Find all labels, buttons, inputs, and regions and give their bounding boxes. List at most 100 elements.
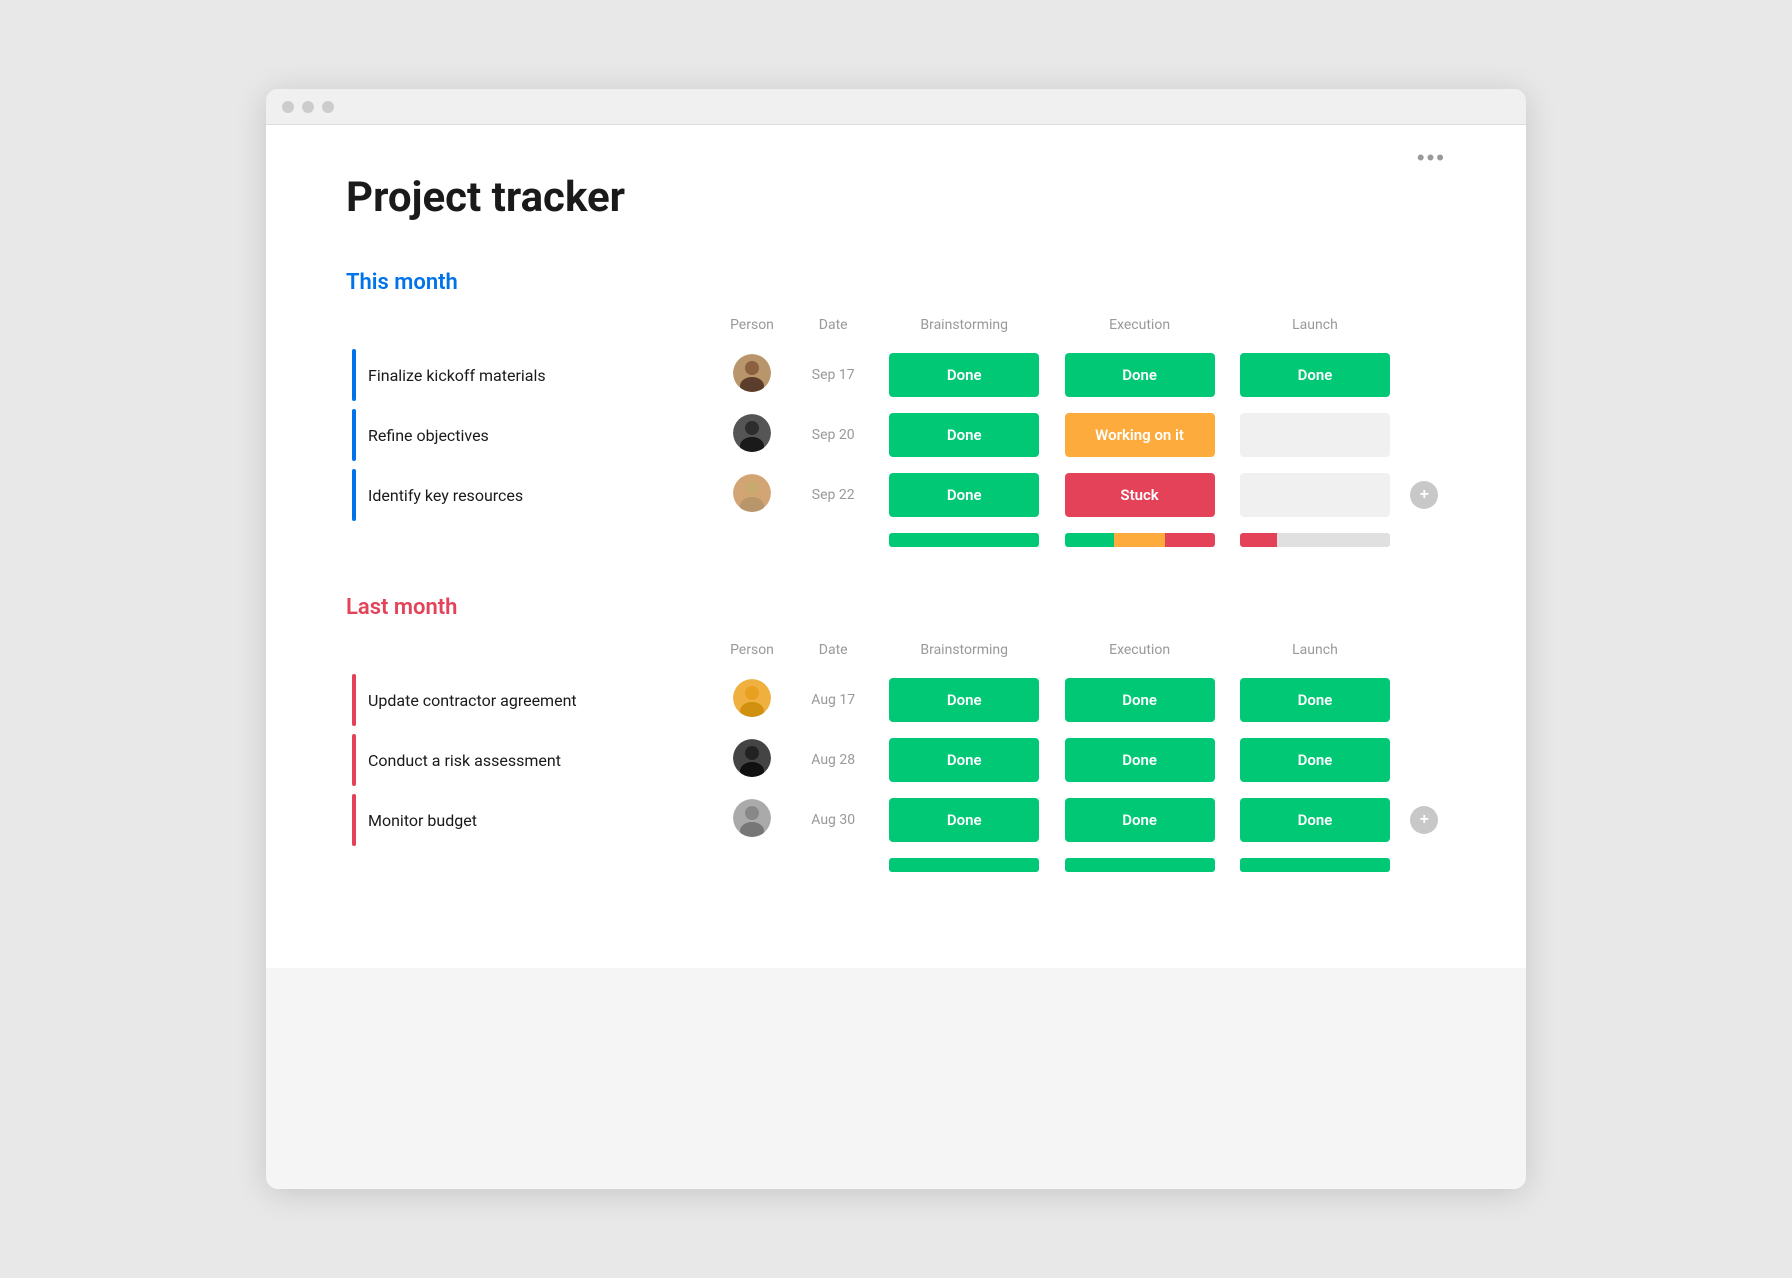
task-cell: Monitor budget	[346, 790, 714, 850]
task-indicator	[352, 349, 356, 401]
summary-brainstorming	[877, 525, 1052, 547]
add-col	[1403, 670, 1446, 730]
task-name: Update contractor agreement	[368, 691, 577, 710]
th-task-this	[346, 311, 714, 345]
table-row: Finalize kickoff materials	[346, 345, 1446, 405]
launch-status[interactable]	[1227, 465, 1402, 525]
summary-task	[346, 525, 714, 547]
avatar	[733, 474, 771, 512]
add-col	[1403, 405, 1446, 465]
task-cell: Conduct a risk assessment	[346, 730, 714, 790]
summary-task	[346, 850, 714, 872]
person-cell	[714, 405, 790, 465]
launch-status[interactable]	[1227, 405, 1402, 465]
summary-add	[1403, 850, 1446, 872]
date-cell: Aug 30	[790, 790, 877, 850]
summary-add	[1403, 525, 1446, 547]
summary-brainstorming	[877, 850, 1052, 872]
person-cell	[714, 790, 790, 850]
th-brainstorming-last: Brainstorming	[877, 636, 1052, 670]
table-row: Conduct a risk assessment	[346, 730, 1446, 790]
summary-bar-execution	[1065, 533, 1215, 547]
sum-segment	[1277, 533, 1390, 547]
th-person-last: Person	[714, 636, 790, 670]
task-indicator	[352, 734, 356, 786]
avatar	[733, 739, 771, 777]
th-add-last	[1403, 636, 1446, 670]
execution-status[interactable]: Done	[1052, 730, 1227, 790]
dot-yellow	[302, 101, 314, 113]
add-column-button[interactable]: +	[1410, 481, 1438, 509]
summary-row	[346, 525, 1446, 547]
summary-execution	[1052, 850, 1227, 872]
execution-status[interactable]: Done	[1052, 790, 1227, 850]
summary-execution	[1052, 525, 1227, 547]
task-indicator	[352, 469, 356, 521]
person-cell	[714, 670, 790, 730]
brainstorming-status[interactable]: Done	[877, 730, 1052, 790]
th-execution-this: Execution	[1052, 311, 1227, 345]
avatar	[733, 679, 771, 717]
th-date-this: Date	[790, 311, 877, 345]
th-execution-last: Execution	[1052, 636, 1227, 670]
table-row: Monitor budget	[346, 790, 1446, 850]
more-options-button[interactable]: •••	[1417, 145, 1446, 171]
launch-status[interactable]: Done	[1227, 345, 1402, 405]
launch-status[interactable]: Done	[1227, 790, 1402, 850]
launch-status[interactable]: Done	[1227, 730, 1402, 790]
sum-segment	[1240, 533, 1278, 547]
summary-launch	[1227, 850, 1402, 872]
launch-status[interactable]: Done	[1227, 670, 1402, 730]
task-indicator	[352, 409, 356, 461]
last-month-table: Person Date Brainstorming Execution Laun…	[346, 636, 1446, 872]
sum-segment	[889, 533, 1039, 547]
execution-status[interactable]: Done	[1052, 670, 1227, 730]
brainstorming-status[interactable]: Done	[877, 405, 1052, 465]
summary-launch	[1227, 525, 1402, 547]
avatar	[733, 414, 771, 452]
last-month-title: Last month	[346, 595, 1446, 620]
add-column-button-last[interactable]: +	[1410, 806, 1438, 834]
sum-segment	[1165, 533, 1215, 547]
task-name: Finalize kickoff materials	[368, 366, 546, 385]
sum-segment	[1240, 858, 1390, 872]
summary-bar-execution-last	[1065, 858, 1215, 872]
dot-green	[322, 101, 334, 113]
execution-status[interactable]: Done	[1052, 345, 1227, 405]
main-content: Project tracker ••• This month Person Da…	[266, 125, 1526, 968]
th-task-last	[346, 636, 714, 670]
date-cell: Aug 28	[790, 730, 877, 790]
table-row: Update contractor agreement	[346, 670, 1446, 730]
th-launch-this: Launch	[1227, 311, 1402, 345]
sum-segment	[1114, 533, 1165, 547]
brainstorming-status[interactable]: Done	[877, 790, 1052, 850]
summary-bar-launch-last	[1240, 858, 1390, 872]
th-date-last: Date	[790, 636, 877, 670]
summary-person	[714, 850, 790, 872]
person-cell	[714, 345, 790, 405]
execution-status[interactable]: Working on it	[1052, 405, 1227, 465]
task-name: Conduct a risk assessment	[368, 751, 561, 770]
date-cell: Aug 17	[790, 670, 877, 730]
avatar	[733, 354, 771, 392]
task-cell: Finalize kickoff materials	[346, 345, 714, 405]
date-cell: Sep 22	[790, 465, 877, 525]
execution-status[interactable]: Stuck	[1052, 465, 1227, 525]
summary-bar-brainstorming	[889, 533, 1039, 547]
brainstorming-status[interactable]: Done	[877, 345, 1052, 405]
task-cell: Identify key resources	[346, 465, 714, 525]
summary-bar-launch	[1240, 533, 1390, 547]
brainstorming-status[interactable]: Done	[877, 670, 1052, 730]
table-row: Refine objectives	[346, 405, 1446, 465]
sum-segment	[1065, 533, 1115, 547]
brainstorming-status[interactable]: Done	[877, 465, 1052, 525]
date-cell: Sep 20	[790, 405, 877, 465]
titlebar	[266, 89, 1526, 125]
th-brainstorming-this: Brainstorming	[877, 311, 1052, 345]
task-cell: Update contractor agreement	[346, 670, 714, 730]
this-month-table: Person Date Brainstorming Execution Laun…	[346, 311, 1446, 547]
avatar	[733, 799, 771, 837]
date-cell: Sep 17	[790, 345, 877, 405]
th-launch-last: Launch	[1227, 636, 1402, 670]
person-cell	[714, 730, 790, 790]
